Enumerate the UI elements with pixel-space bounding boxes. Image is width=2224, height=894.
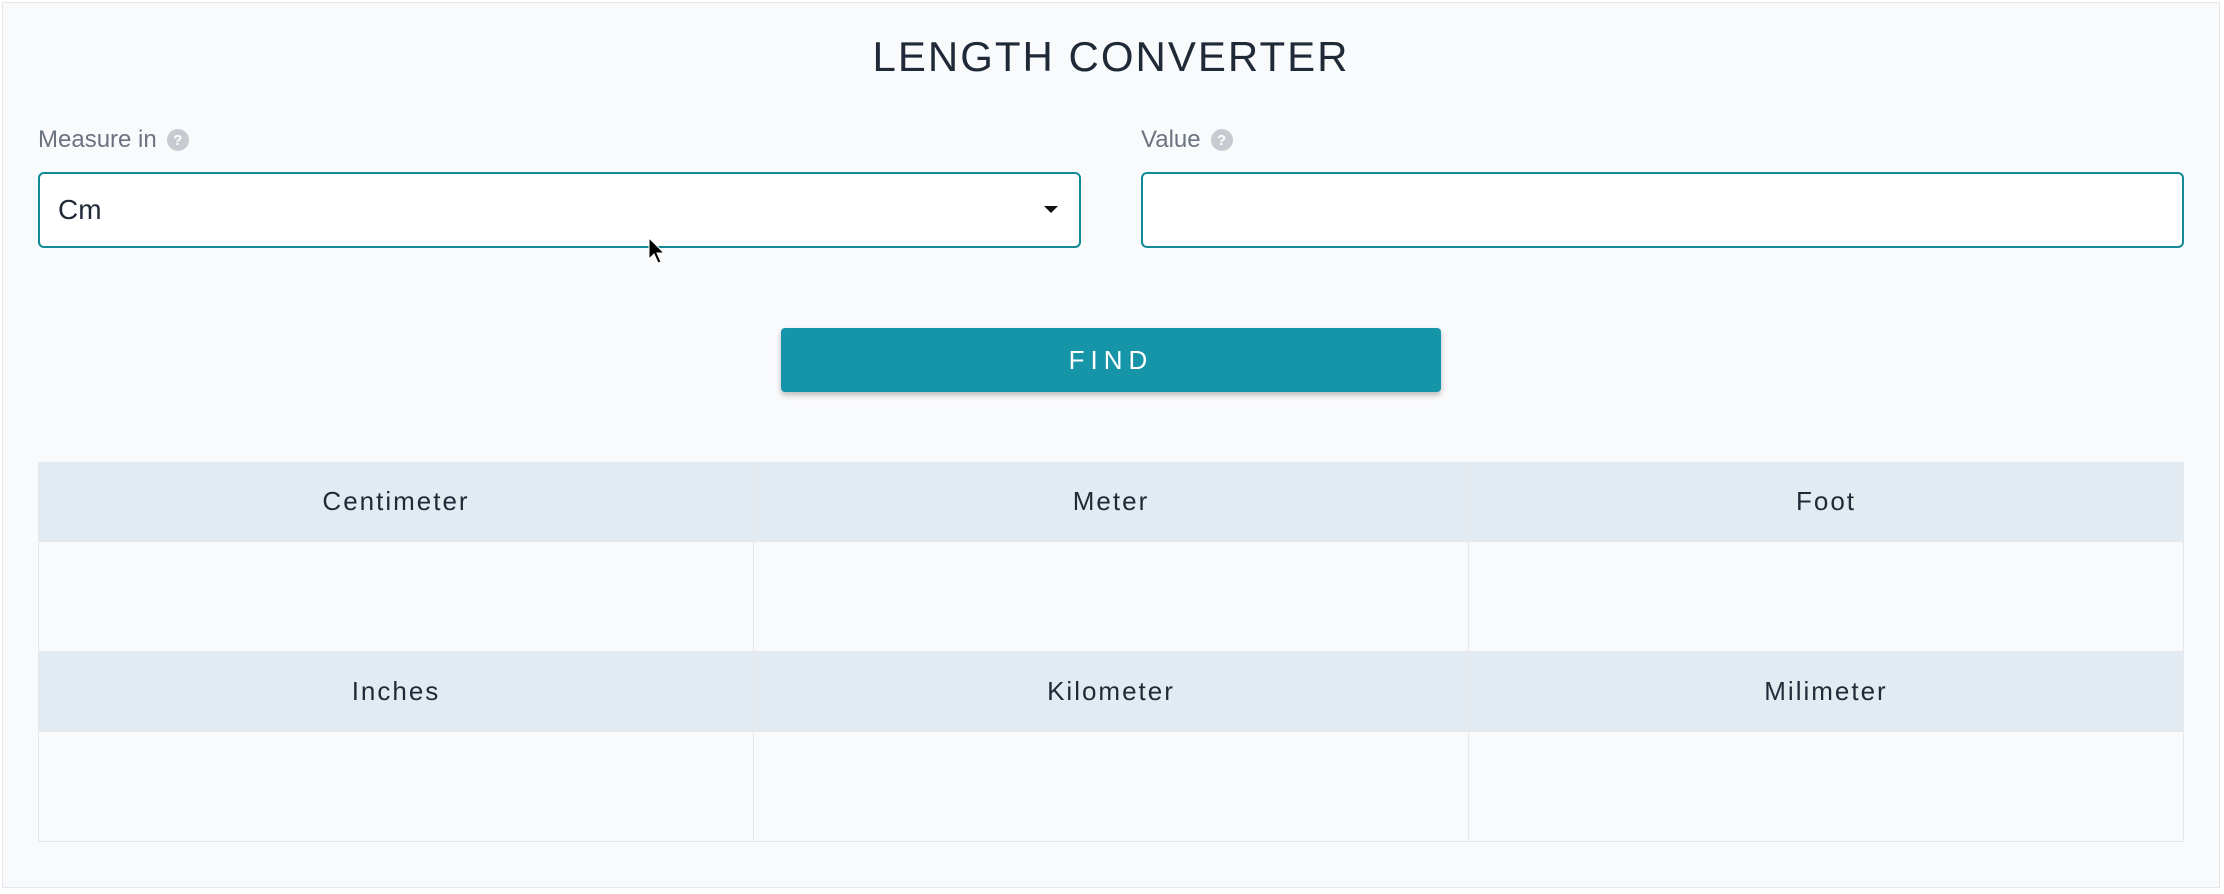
value-label: Value: [1141, 126, 1201, 154]
button-row: FIND: [38, 328, 2184, 392]
result-value: [1469, 732, 2183, 842]
results-grid: Centimeter Meter Foot Inches Kilometer M…: [38, 462, 2184, 842]
measure-label-row: Measure in ?: [38, 126, 1081, 154]
value-group: Value ?: [1141, 126, 2184, 248]
result-value: [754, 542, 1468, 652]
measure-label: Measure in: [38, 126, 157, 154]
result-value: [39, 542, 753, 652]
result-value: [39, 732, 753, 842]
form-row: Measure in ? Cm Value ?: [38, 126, 2184, 248]
result-header: Foot: [1469, 462, 2183, 542]
converter-panel: LENGTH CONVERTER Measure in ? Cm Value ?: [2, 2, 2220, 888]
measure-group: Measure in ? Cm: [38, 126, 1081, 248]
result-cell-kilometer: Kilometer: [754, 652, 1469, 842]
result-cell-centimeter: Centimeter: [39, 462, 754, 652]
result-cell-milimeter: Milimeter: [1469, 652, 2184, 842]
result-cell-meter: Meter: [754, 462, 1469, 652]
value-input[interactable]: [1141, 172, 2184, 248]
result-value: [1469, 542, 2183, 652]
result-header: Milimeter: [1469, 652, 2183, 732]
result-value: [754, 732, 1468, 842]
result-header: Inches: [39, 652, 753, 732]
result-header: Kilometer: [754, 652, 1468, 732]
value-label-row: Value ?: [1141, 126, 2184, 154]
result-header: Centimeter: [39, 462, 753, 542]
result-header: Meter: [754, 462, 1468, 542]
measure-select-wrapper: Cm: [38, 172, 1081, 248]
measure-selected-value: Cm: [58, 194, 102, 226]
result-cell-inches: Inches: [39, 652, 754, 842]
help-icon[interactable]: ?: [1211, 129, 1233, 151]
find-button[interactable]: FIND: [781, 328, 1441, 392]
result-cell-foot: Foot: [1469, 462, 2184, 652]
measure-select[interactable]: Cm: [38, 172, 1081, 248]
help-icon[interactable]: ?: [167, 129, 189, 151]
page-title: LENGTH CONVERTER: [38, 33, 2184, 81]
